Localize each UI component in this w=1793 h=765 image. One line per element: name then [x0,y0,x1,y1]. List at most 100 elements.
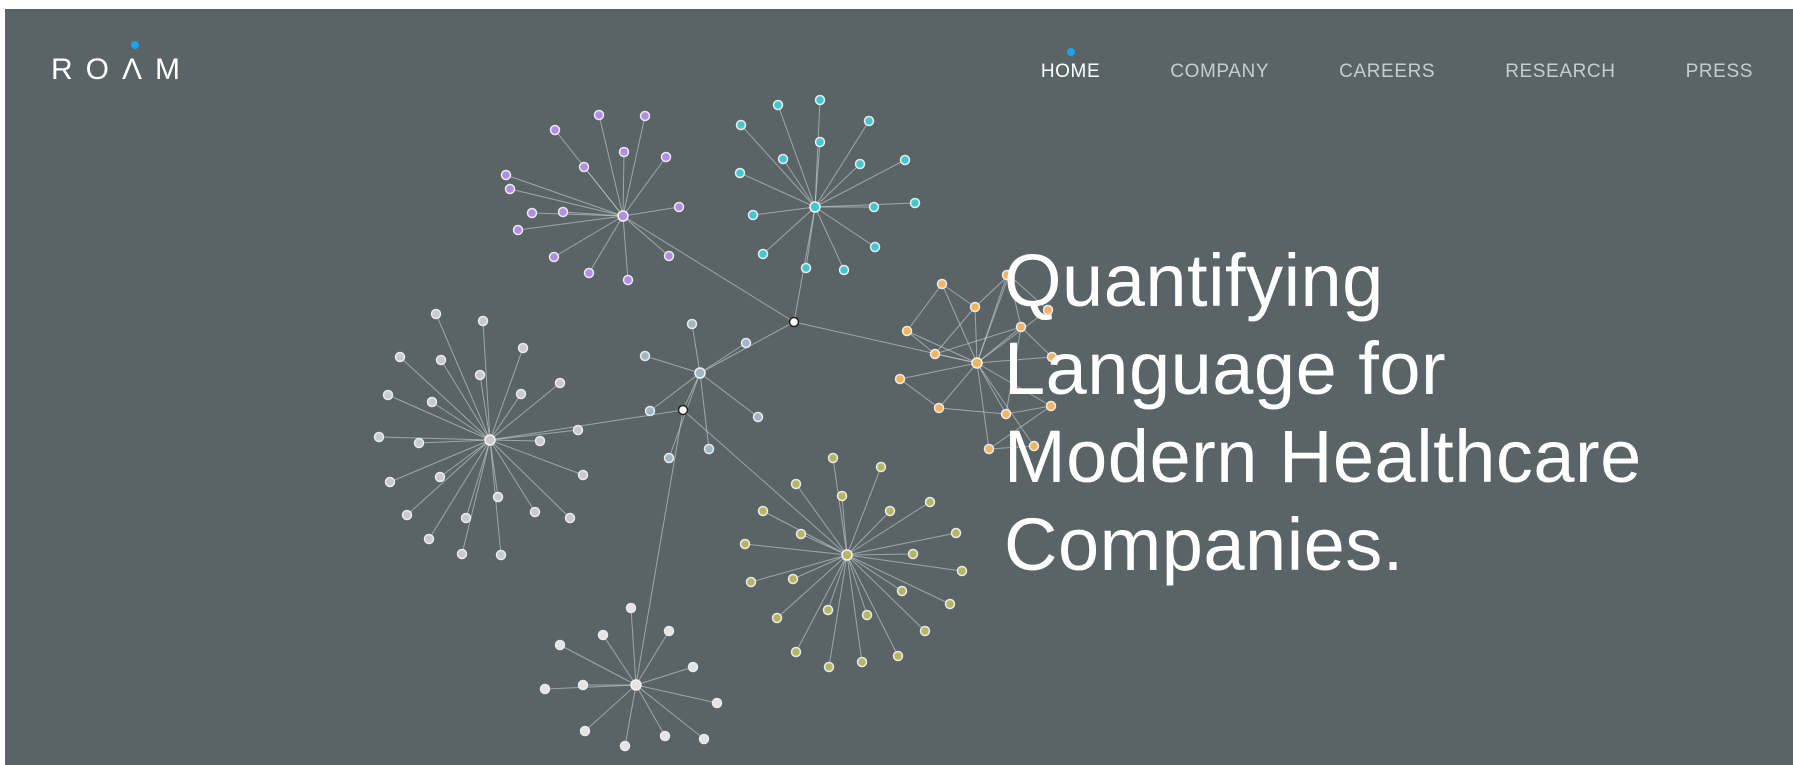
network-node-gray [517,342,529,354]
network-node-purple [663,250,675,262]
nav-press-link[interactable]: PRESS [1686,49,1753,95]
active-indicator-dot [1066,48,1075,56]
network-hub-teal [809,201,821,213]
network-node-white [577,679,589,691]
network-node-olive [822,604,834,616]
network-hub-orange [971,357,983,369]
network-node-teal [909,197,921,209]
network-node-olive [956,565,968,577]
nav-research-link[interactable]: RESEARCH [1505,49,1615,95]
network-edge [465,439,491,519]
network-node-gray [373,431,385,443]
network-node-purple [618,146,630,158]
network-node-olive [836,490,848,502]
network-node-blue [639,350,651,362]
network-edge [805,206,816,269]
network-node-orange [969,301,981,313]
network-edge [584,684,637,732]
network-edge [622,215,629,281]
network-edge [934,353,978,364]
nav-careers-label: CAREERS [1339,61,1436,82]
network-node-gray [430,308,442,320]
network-edge [846,553,914,556]
network-edge [691,323,701,374]
network-node-white [711,697,723,709]
network-edge [846,554,868,616]
network-node-gray [572,424,584,436]
network-node-olive [827,452,839,464]
network-node-gray [382,389,394,401]
network-node-orange [936,278,948,290]
network-node-purple [504,183,516,195]
network-node-gray [434,471,446,483]
network-node-gray [384,476,396,488]
network-node-teal [868,201,880,213]
network-node-teal [800,262,812,274]
headline-line-3: Modern Healthcare [1004,415,1642,498]
network-edge [899,378,940,409]
network-node-blue [752,411,764,423]
headline-line-4: Companies. [1004,503,1404,586]
network-edge [846,554,899,657]
nav-home-label: HOME [1040,61,1101,82]
network-edge [588,215,624,274]
network-edge [832,457,848,556]
network-node-gray [435,354,447,366]
nav-home-link[interactable]: HOME [1040,48,1101,95]
network-node-white [698,733,710,745]
network-edge [387,394,491,441]
network-node-teal [735,119,747,131]
network-edge [635,684,718,704]
network-node-olive [907,548,919,560]
network-edge [976,362,1007,415]
network-node-olive [790,646,802,658]
network-edge [846,554,926,632]
network-edge [399,356,491,441]
network-node-gray [413,437,425,449]
network-edge [846,510,891,556]
network-node-gray [564,512,576,524]
network-edge [792,554,848,580]
network-node-olive [795,528,807,540]
nav-research-label: RESEARCH [1505,61,1616,82]
network-edge [744,543,848,556]
network-node-gray [423,533,435,545]
network-edge [800,533,848,556]
nav-company-link[interactable]: COMPANY [1170,49,1269,95]
nav-careers-link[interactable]: CAREERS [1339,49,1435,95]
network-hub-white [630,679,642,691]
network-edge [644,355,701,374]
network-edge [544,684,637,690]
network-bridge-node [677,404,689,416]
network-node-olive [924,496,936,508]
network-node-blue [644,405,656,417]
network-edge [699,342,747,374]
network-node-purple [578,161,590,173]
network-hub-blue [694,367,706,379]
network-edge [649,372,701,412]
network-node-purple [557,206,569,218]
network-node-olive [771,612,783,624]
network-node-teal [757,248,769,260]
network-edge [482,320,491,441]
network-node-purple [526,207,538,219]
network-edge [814,202,916,208]
network-node-orange [901,325,913,337]
network-node-teal [869,241,881,253]
logo-accent-dot [131,41,139,49]
network-node-gray [460,512,472,524]
network-node-olive [884,505,896,517]
network-edge [635,684,666,737]
network-node-gray [426,396,438,408]
network-edge [699,372,759,418]
network-edge [635,684,705,740]
roam-logo[interactable]: ROΛM [51,45,191,95]
network-edge [976,274,1008,364]
network-node-blue [663,452,675,464]
network-node-white [659,730,671,742]
top-navigation-bar: ROΛM HOME COMPANY CAREERS RESEARCH PRESS [5,9,1793,119]
network-edge [622,151,625,217]
network-node-purple [673,201,685,213]
network-node-olive [745,576,757,588]
headline-line-2: Language for [1004,327,1447,410]
